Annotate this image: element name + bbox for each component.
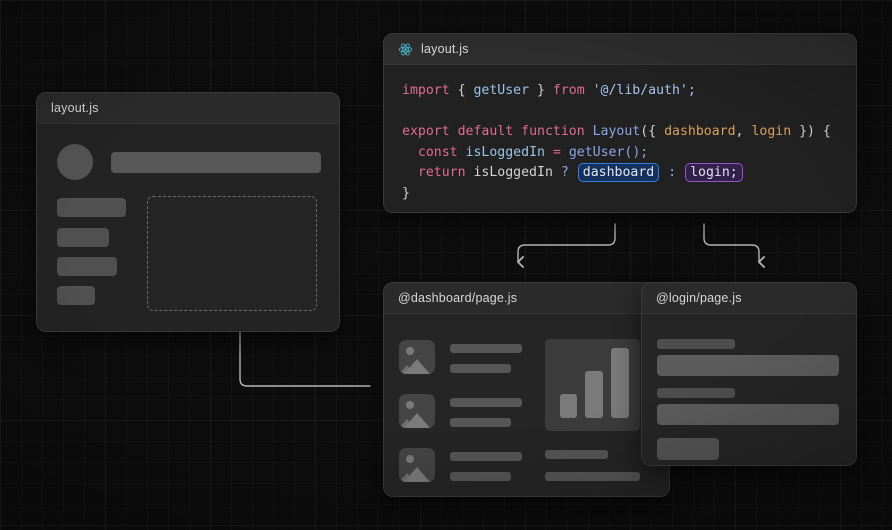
dashboard-panel-body — [384, 314, 669, 496]
chart-bar-1 — [560, 394, 577, 418]
login-panel-title: @login/page.js — [656, 291, 742, 305]
token-equals: = — [552, 144, 561, 160]
bar-chart-card — [545, 339, 640, 431]
text-line-placeholder-2b — [450, 418, 511, 427]
token-return: return — [417, 165, 466, 181]
token-default: default — [457, 124, 514, 140]
highlight-dashboard-token[interactable]: dashboard — [577, 163, 660, 183]
token-brace-open: { — [449, 83, 474, 98]
token-getuser-call: getUser(); — [568, 144, 649, 160]
code-block[interactable]: import { getUser } from '@/lib/auth'; ex… — [402, 81, 838, 205]
token-isloggedin: isLoggedIn — [465, 144, 545, 160]
code-line-4: const isLoggedIn = getUser(); — [402, 145, 648, 160]
text-line-placeholder-3a — [450, 452, 522, 461]
chart-caption-line-1 — [545, 450, 608, 459]
login-panel-body — [642, 314, 856, 465]
code-line-6: } — [402, 185, 410, 201]
avatar — [57, 144, 93, 180]
token-brace-close: } — [529, 83, 553, 98]
sidebar-nav-placeholder-3 — [57, 257, 117, 276]
text-line-placeholder-2a — [450, 398, 522, 407]
react-icon — [398, 42, 413, 57]
form-input-placeholder-1[interactable] — [657, 355, 839, 376]
text-line-placeholder-1a — [450, 344, 522, 353]
text-line-placeholder-3b — [450, 472, 511, 481]
sidebar-nav-placeholder-2 — [57, 228, 109, 247]
form-label-placeholder-1 — [657, 339, 735, 349]
layout-slot-dashed-region — [147, 196, 317, 311]
dashboard-page-panel[interactable]: @dashboard/page.js — [383, 282, 670, 497]
token-function: function — [521, 124, 585, 140]
sidebar-nav-placeholder-1 — [57, 198, 126, 217]
mountain-shape — [404, 467, 430, 482]
code-panel-title: layout.js — [421, 42, 469, 56]
image-placeholder-icon-2 — [399, 394, 435, 428]
token-question: ? — [560, 165, 569, 181]
dashboard-panel-title: @dashboard/page.js — [398, 291, 518, 305]
form-input-placeholder-2[interactable] — [657, 404, 839, 425]
chart-bar-2 — [585, 371, 603, 418]
layout-wireframe-titlebar: layout.js — [37, 93, 339, 124]
layout-wireframe-body — [37, 124, 339, 331]
token-param-login: login — [751, 124, 792, 140]
image-placeholder-icon-1 — [399, 340, 435, 374]
code-line-3: export default function Layout({ dashboa… — [402, 124, 831, 139]
token-isloggedin-ref: isLoggedIn — [473, 165, 553, 181]
token-param-comma: , — [735, 124, 752, 140]
token-export: export — [402, 124, 450, 140]
image-placeholder-icon-3 — [399, 448, 435, 482]
code-line-1: import { getUser } from '@/lib/auth'; — [402, 83, 696, 98]
code-line-5: return isLoggedIn ? dashboard : login; — [402, 163, 744, 183]
mountain-shape — [404, 359, 430, 374]
sidebar-nav-placeholder-4 — [57, 286, 95, 305]
sun-icon — [406, 455, 414, 463]
text-line-placeholder-1b — [450, 364, 511, 373]
token-params-close: }) { — [791, 124, 831, 140]
layout-wireframe-title: layout.js — [51, 101, 99, 115]
header-bar-placeholder — [111, 152, 321, 173]
dashboard-panel-titlebar: @dashboard/page.js — [384, 283, 669, 314]
code-panel-body[interactable]: import { getUser } from '@/lib/auth'; ex… — [384, 65, 856, 212]
chart-caption-line-2 — [545, 472, 640, 481]
token-import: import — [402, 83, 450, 98]
layout-wireframe-panel[interactable]: layout.js — [36, 92, 340, 332]
token-from: from — [552, 83, 585, 98]
highlight-login-token[interactable]: login; — [685, 163, 743, 183]
code-panel[interactable]: layout.js import { getUser } from '@/lib… — [383, 33, 857, 213]
token-layout-name: Layout — [592, 124, 641, 140]
mountain-shape — [404, 413, 430, 428]
login-panel-titlebar: @login/page.js — [642, 283, 856, 314]
token-getuser: getUser — [473, 83, 530, 98]
form-label-placeholder-2 — [657, 388, 735, 398]
token-param-dashboard: dashboard — [664, 124, 736, 140]
token-module-path: '@/lib/auth'; — [584, 83, 696, 98]
sun-icon — [406, 347, 414, 355]
code-panel-titlebar: layout.js — [384, 34, 856, 65]
token-params-open: ({ — [640, 124, 665, 140]
token-const: const — [417, 144, 458, 160]
token-colon: : — [668, 165, 677, 181]
chart-bar-3 — [611, 348, 629, 418]
form-submit-button-placeholder[interactable] — [657, 438, 719, 460]
login-page-panel[interactable]: @login/page.js — [641, 282, 857, 466]
sun-icon — [406, 401, 414, 409]
